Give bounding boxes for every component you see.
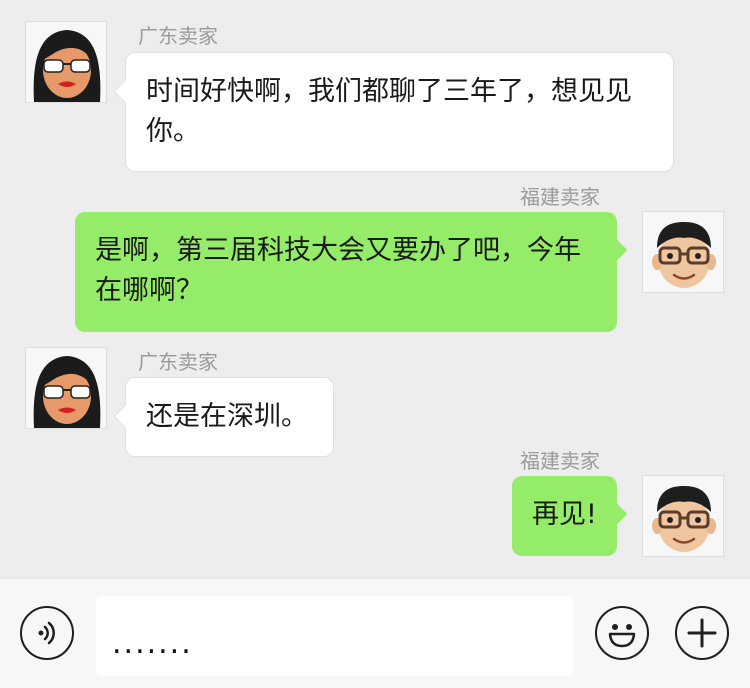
add-button[interactable]: [675, 606, 729, 660]
woman-sunglasses-icon: [26, 22, 106, 102]
message-text: 再见!: [532, 499, 597, 530]
message-text: 时间好快啊，我们都聊了三年了，想见见你。: [146, 76, 632, 147]
message-bubble[interactable]: 是啊，第三届科技大会又要办了吧，今年在哪啊？: [75, 212, 617, 332]
sender-name: 福建卖家: [520, 449, 600, 473]
emoji-icon: [608, 624, 636, 648]
avatar-fujian-seller[interactable]: [642, 211, 724, 293]
message-bubble[interactable]: 还是在深圳。: [125, 377, 334, 457]
man-glasses-icon: [643, 212, 723, 292]
avatar-guangdong-seller[interactable]: [25, 21, 107, 103]
sender-name: 广东卖家: [138, 350, 218, 374]
sender-name: 福建卖家: [520, 185, 600, 209]
message-bubble[interactable]: 再见!: [512, 476, 617, 556]
woman-sunglasses-icon: [26, 348, 106, 428]
sender-name: 广东卖家: [138, 24, 218, 48]
plus-icon: [687, 618, 717, 648]
message-input[interactable]: .......: [96, 596, 574, 676]
man-glasses-icon: [643, 476, 723, 556]
message-input-bar: .......: [0, 578, 750, 688]
chat-area: 广东卖家 时间好快啊，我们都聊了三年了，想见见你。 福建卖家 是啊，第三届科技大…: [0, 0, 750, 578]
emoji-button[interactable]: [595, 606, 649, 660]
message-bubble[interactable]: 时间好快啊，我们都聊了三年了，想见见你。: [125, 52, 674, 172]
message-text: 是啊，第三届科技大会又要办了吧，今年在哪啊？: [95, 235, 581, 306]
voice-button[interactable]: [20, 606, 74, 660]
message-text: 还是在深圳。: [146, 401, 308, 432]
avatar-guangdong-seller[interactable]: [25, 347, 107, 429]
voice-icon: [38, 621, 55, 645]
avatar-fujian-seller[interactable]: [642, 475, 724, 557]
